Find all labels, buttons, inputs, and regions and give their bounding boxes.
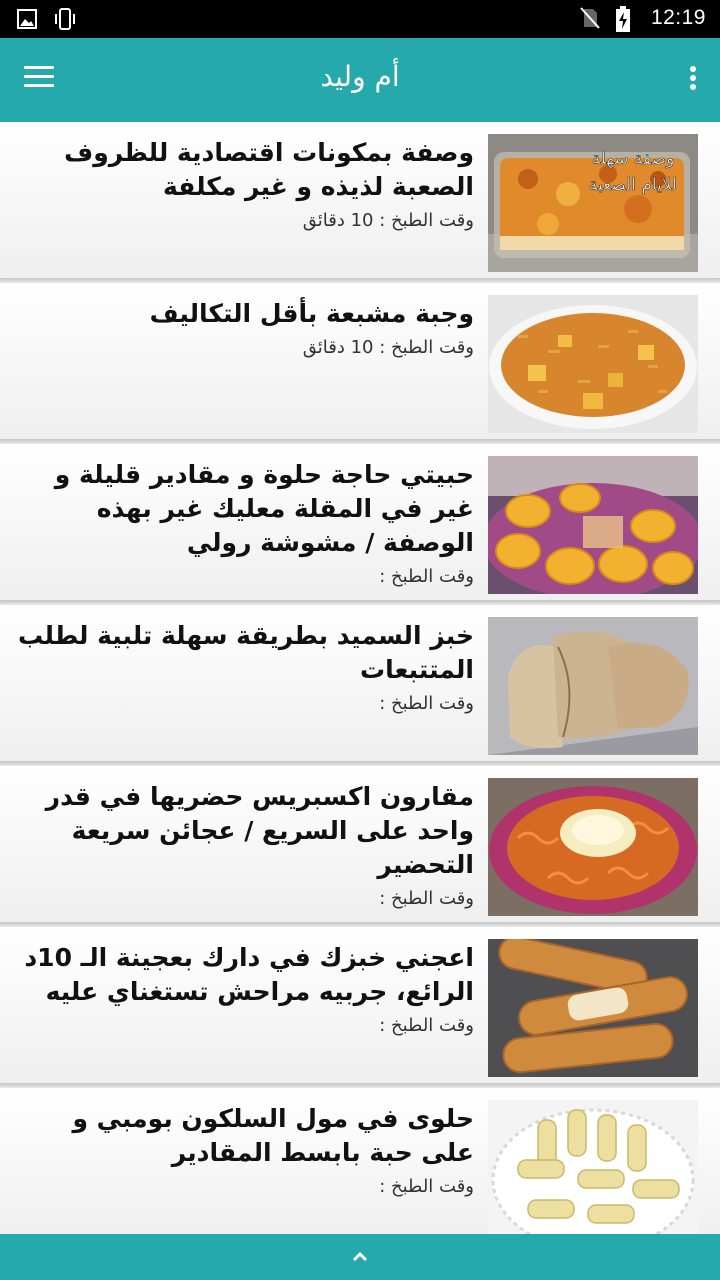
recipe-card[interactable]: وصفة سهلة للايام الصعبة وصفة بمكونات اقت…	[0, 122, 720, 279]
page-title: أم وليد	[320, 60, 400, 93]
recipe-cook-time: وقت الطبخ :	[379, 566, 474, 587]
recipe-card[interactable]: خبز السميد بطريقة سهلة تلبية لطلب المتتب…	[0, 605, 720, 762]
recipe-card[interactable]: حلوى في مول السلكون بومبي و على حبة بابس…	[0, 1088, 720, 1234]
recipe-image-casserole: وصفة سهلة للايام الصعبة	[488, 134, 698, 272]
image-caption-line-2: للايام الصعبة	[589, 175, 677, 195]
recipe-title: خبز السميد بطريقة سهلة تلبية لطلب المتتب…	[18, 621, 474, 684]
recipe-cook-time: وقت الطبخ :	[379, 1176, 474, 1197]
recipe-image-baguettes	[488, 939, 698, 1077]
recipe-cook-time: وقت الطبخ :	[379, 1015, 474, 1036]
recipe-image-sweets	[488, 456, 698, 594]
chevron-up-icon	[352, 1251, 368, 1262]
status-bar: 12:19	[0, 0, 720, 38]
recipe-title: حلوى في مول السلكون بومبي و على حبة بابس…	[72, 1104, 474, 1167]
recipe-title: وصفة بمكونات اقتصادية للظروف الصعبة لذيذ…	[64, 138, 474, 201]
recipe-title: وجبة مشبعة بأقل التكاليف	[149, 299, 474, 328]
clock: 12:19	[650, 6, 706, 29]
recipe-cook-time: وقت الطبخ : 10 دقائق	[302, 210, 474, 231]
recipe-list[interactable]: وصفة سهلة للايام الصعبة وصفة بمكونات اقت…	[0, 122, 720, 1234]
image-icon	[16, 7, 38, 31]
scroll-to-top-button[interactable]	[0, 1234, 720, 1280]
no-sim-icon	[579, 6, 601, 30]
battery-charging-icon	[615, 6, 637, 32]
recipe-title: حبيتي حاجة حلوة و مقادير قليلة و غير في …	[54, 460, 474, 557]
recipe-image-rice	[488, 295, 698, 433]
recipe-image-bread	[488, 617, 698, 755]
recipe-card[interactable]: مقارون اكسبريس حضريها في قدر واحد على ال…	[0, 766, 720, 923]
recipe-image-cookies	[488, 1100, 698, 1234]
vibrate-icon	[54, 7, 76, 31]
recipe-title: مقارون اكسبريس حضريها في قدر واحد على ال…	[45, 782, 474, 879]
recipe-card[interactable]: وجبة مشبعة بأقل التكاليف وقت الطبخ : 10 …	[0, 283, 720, 440]
image-caption-line-1: وصفة سهلة	[592, 149, 675, 169]
more-vertical-icon[interactable]	[686, 66, 700, 96]
recipe-card[interactable]: اعجني خبزك في دارك بعجينة الـ 10د الرائع…	[0, 927, 720, 1084]
recipe-image-pasta	[488, 778, 698, 916]
recipe-cook-time: وقت الطبخ :	[379, 888, 474, 909]
recipe-card[interactable]: حبيتي حاجة حلوة و مقادير قليلة و غير في …	[0, 444, 720, 601]
recipe-cook-time: وقت الطبخ : 10 دقائق	[302, 337, 474, 358]
recipe-title: اعجني خبزك في دارك بعجينة الـ 10د الرائع…	[24, 943, 474, 1006]
app-bar: أم وليد	[0, 38, 720, 122]
recipe-cook-time: وقت الطبخ :	[379, 693, 474, 714]
